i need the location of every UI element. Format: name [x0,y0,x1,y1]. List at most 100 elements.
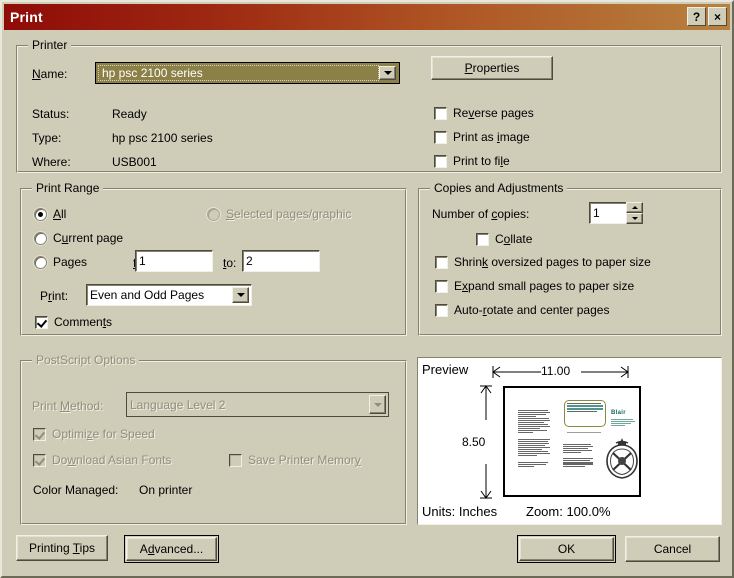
copies-group-title: Copies and Adjustments [430,181,567,195]
print-to-file-checkbox-box [434,155,447,168]
window-title: Print [10,9,43,25]
spinner-down-icon[interactable] [626,213,643,224]
reverse-pages-label: Reverse pages [453,106,534,120]
color-managed-value: On printer [139,483,192,497]
properties-button-label: Properties [465,61,520,75]
printer-name-label: Name: [32,67,67,81]
print-to-file-checkbox[interactable]: Print to file [434,154,510,168]
print-dialog: Print ? × Printer Name: hp psc 2100 seri… [0,0,734,578]
print-as-image-label: Print as image [453,130,530,144]
preview-text-block-right [611,419,635,427]
copies-spinner[interactable]: 1 [589,202,643,224]
advanced-button[interactable]: Advanced... [124,535,219,563]
radio-current-page[interactable]: Current page [34,231,123,245]
print-method-combobox: Language Level 2 [126,392,389,417]
preview-page: Blair [503,386,641,497]
print-method-label: Print Method: [32,399,103,413]
ok-button[interactable]: OK [517,535,616,563]
copies-spinner-buttons[interactable] [626,202,643,224]
collate-checkbox-box [476,233,489,246]
printer-name-value: hp psc 2100 series [97,66,379,80]
title-bar[interactable]: Print ? × [4,4,730,30]
printing-tips-button-label: Printing Tips [29,541,95,555]
pages-to-label: to: [223,256,236,270]
postscript-group [20,360,407,525]
download-asian-fonts-checkbox: Download Asian Fonts [33,453,171,467]
chevron-down-icon[interactable] [379,66,396,80]
reverse-pages-checkbox[interactable]: Reverse pages [434,106,534,120]
expand-small-label: Expand small pages to paper size [454,279,634,293]
auto-rotate-label: Auto-rotate and center pages [454,303,609,317]
radio-all-label: All [53,207,66,221]
postscript-group-title: PostScript Options [32,353,139,367]
print-to-file-label: Print to file [453,154,510,168]
chevron-down-icon [369,395,386,414]
optimize-speed-checkbox: Optimize for Speed [33,427,155,441]
collate-label: Collate [495,232,532,246]
save-printer-memory-checkbox: Save Printer Memory [229,453,361,467]
preview-units-label: Units: Inches [422,504,497,519]
save-printer-memory-checkbox-box [229,454,242,467]
print-subset-value: Even and Odd Pages [87,288,232,302]
radio-all[interactable]: All [34,207,66,221]
shrink-oversized-label: Shrink oversized pages to paper size [454,255,651,269]
printing-tips-button[interactable]: Printing Tips [16,535,108,561]
radio-current-page-label: Current page [53,231,123,245]
reverse-pages-checkbox-box [434,107,447,120]
preview-panel: Preview 11.00 8.50 [417,357,722,525]
pages-to-input[interactable]: 2 [242,250,320,272]
print-range-group-title: Print Range [32,181,103,195]
radio-pages-dot [34,256,47,269]
spinner-up-icon[interactable] [626,202,643,213]
shrink-oversized-checkbox[interactable]: Shrink oversized pages to paper size [435,255,651,269]
preview-text-block-callout-sub [567,432,603,434]
expand-small-checkbox-box [435,280,448,293]
optimize-speed-checkbox-box [33,428,46,441]
print-subset-combobox[interactable]: Even and Odd Pages [86,284,252,306]
ok-button-label: OK [558,542,575,556]
preview-width-value: 11.00 [541,364,570,378]
title-bar-buttons: ? × [687,7,727,26]
print-subset-label: Print: [40,289,68,303]
preview-text-block-callout [567,403,603,413]
printer-status-label: Status: [32,107,69,121]
printer-name-combobox[interactable]: hp psc 2100 series [95,62,400,84]
print-as-image-checkbox[interactable]: Print as image [434,130,530,144]
auto-rotate-checkbox-box [435,304,448,317]
printer-status-value: Ready [112,107,147,121]
preview-zoom-label: Zoom: 100.0% [526,504,611,519]
pages-from-input[interactable]: 1 [135,250,213,272]
printer-type-label: Type: [32,131,61,145]
preview-height-value: 8.50 [462,435,485,449]
radio-selected-pages-label: Selected pages/graphic [226,207,351,221]
close-icon[interactable]: × [708,7,727,26]
radio-selected-pages: Selected pages/graphic [207,207,351,221]
preview-title: Preview [422,362,468,377]
preview-document-title: Blair [611,410,626,416]
print-as-image-checkbox-box [434,131,447,144]
radio-current-page-dot [34,232,47,245]
copies-count-label: Number of copies: [432,207,529,221]
radio-all-dot [34,208,47,221]
printer-where-label: Where: [32,155,71,169]
preview-text-block-left [518,410,550,468]
chevron-down-icon[interactable] [232,287,249,303]
printer-where-value: USB001 [112,155,157,169]
comments-checkbox-box [35,316,48,329]
comments-checkbox[interactable]: Comments [35,315,112,329]
help-icon[interactable]: ? [687,7,706,26]
preview-crest-icon [604,438,640,480]
expand-small-checkbox[interactable]: Expand small pages to paper size [435,279,634,293]
auto-rotate-checkbox[interactable]: Auto-rotate and center pages [435,303,609,317]
cancel-button[interactable]: Cancel [625,536,720,562]
radio-selected-pages-dot [207,208,220,221]
print-method-value: Language Level 2 [127,398,369,412]
printer-type-value: hp psc 2100 series [112,131,213,145]
radio-pages[interactable]: Pages [34,255,87,269]
collate-checkbox[interactable]: Collate [476,232,532,246]
download-asian-fonts-checkbox-box [33,454,46,467]
download-asian-fonts-label: Download Asian Fonts [52,453,171,467]
properties-button[interactable]: Properties [431,56,553,80]
preview-text-block-middle [563,444,593,468]
printer-group-title: Printer [28,38,71,52]
